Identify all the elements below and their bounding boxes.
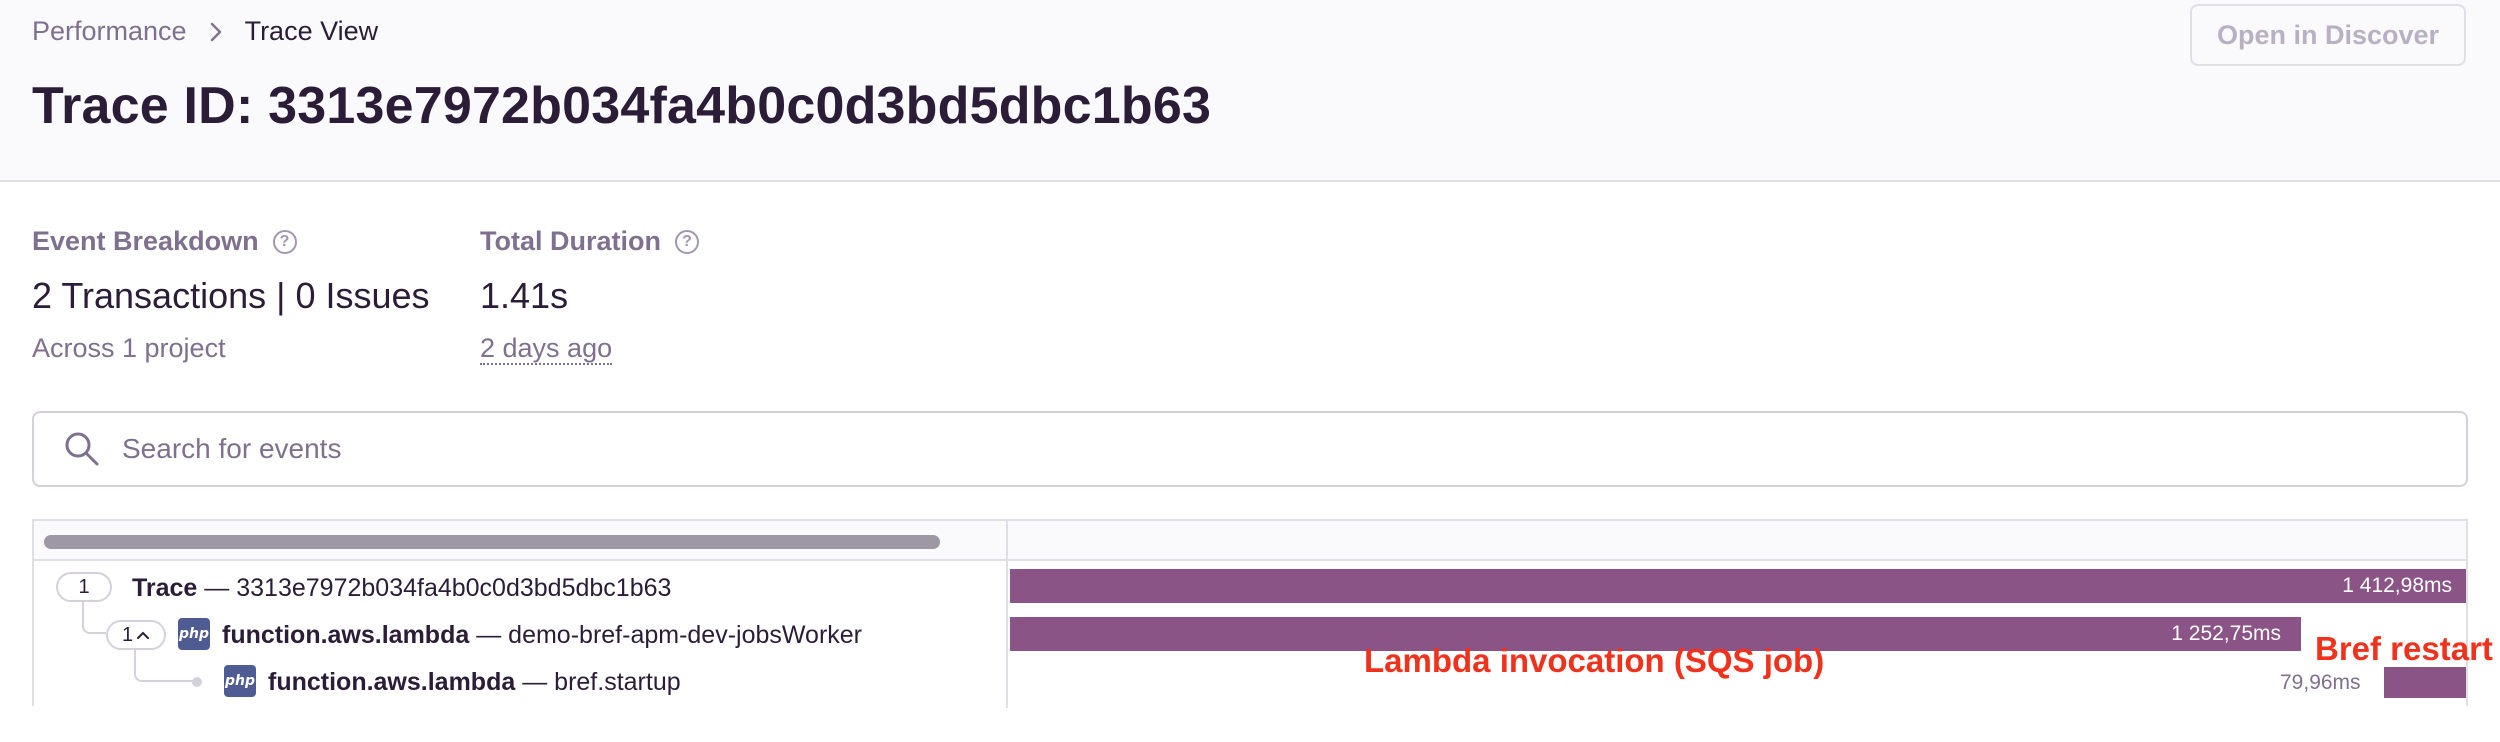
question-icon[interactable]: ? [674, 229, 699, 254]
trace-sep: — [197, 573, 237, 602]
relative-timestamp[interactable]: 2 days ago [480, 333, 613, 365]
horizontal-scrollbar[interactable] [44, 535, 940, 549]
breadcrumb-trace-view: Trace View [244, 16, 379, 46]
event-breakdown-label: Event Breakdown [32, 226, 259, 256]
bref-restart-annotation: Bref restart [2315, 630, 2493, 667]
tree-connector [82, 602, 106, 634]
event-breakdown-value: 2 Transactions | 0 Issues [32, 275, 430, 316]
child-transaction-duration-label: 79,96ms [2280, 671, 2361, 694]
tree-connector [134, 650, 196, 682]
page-title: Trace ID: 3313e7972b034fa4b0c0d3bd5dbc1b… [32, 77, 1212, 135]
trace-op: Trace [132, 573, 198, 602]
lambda-invocation-annotation: Lambda invocation (SQS job) [1364, 642, 1825, 679]
total-duration-stat: Total Duration ? 1.41s 2 days ago [480, 226, 699, 365]
breadcrumb-performance[interactable]: Performance [32, 16, 187, 47]
page-header: Performance Trace View Trace ID: 3313e79… [0, 0, 2500, 182]
trace-header [34, 521, 2466, 561]
php-icon: php [178, 618, 210, 650]
trace-row-label[interactable]: Trace — 3313e7972b034fa4b0c0d3bd5dbc1b63 [132, 571, 671, 605]
search-bar[interactable] [32, 411, 2468, 487]
transaction-count-toggle[interactable]: 1 [106, 620, 166, 650]
transaction-op: function.aws.lambda [222, 620, 470, 649]
search-input[interactable] [122, 433, 2122, 465]
transaction-desc: demo-bref-apm-dev-jobsWorker [508, 620, 862, 649]
child-transaction-op: function.aws.lambda [268, 667, 516, 696]
chevron-right-icon [209, 21, 223, 43]
transaction-duration-label: 1 252,75ms [2171, 622, 2281, 645]
event-breakdown-stat: Event Breakdown ? 2 Transactions | 0 Iss… [32, 226, 430, 364]
chevron-up-icon [137, 631, 150, 639]
total-duration-value: 1.41s [480, 275, 569, 316]
trace-id: 3313e7972b034fa4b0c0d3bd5dbc1b63 [236, 573, 672, 602]
transaction-row-label[interactable]: function.aws.lambda — demo-bref-apm-dev-… [222, 618, 862, 652]
child-transaction-desc: bref.startup [554, 667, 681, 696]
project-count: Across 1 project [32, 333, 226, 363]
php-icon: php [224, 665, 256, 697]
breadcrumb: Performance Trace View [32, 16, 378, 47]
question-icon[interactable]: ? [272, 229, 297, 254]
search-icon [65, 432, 99, 466]
column-divider[interactable] [1006, 521, 1008, 708]
child-transaction-sep: — [515, 667, 555, 696]
trace-duration-bar[interactable]: 1 412,98ms [1010, 569, 2466, 603]
open-in-discover-button[interactable]: Open in Discover [2190, 4, 2466, 66]
trace-waterfall: 1 Trace — 3313e7972b034fa4b0c0d3bd5dbc1b… [32, 519, 2468, 708]
child-transaction-duration-bar[interactable] [2384, 667, 2466, 698]
tree-node-dot [192, 677, 202, 687]
transaction-sep: — [469, 620, 509, 649]
child-transaction-row-label[interactable]: function.aws.lambda — bref.startup [268, 665, 681, 699]
total-duration-label: Total Duration [480, 226, 661, 256]
trace-duration-label: 1 412,98ms [2342, 574, 2452, 597]
trace-count-badge[interactable]: 1 [56, 572, 112, 602]
